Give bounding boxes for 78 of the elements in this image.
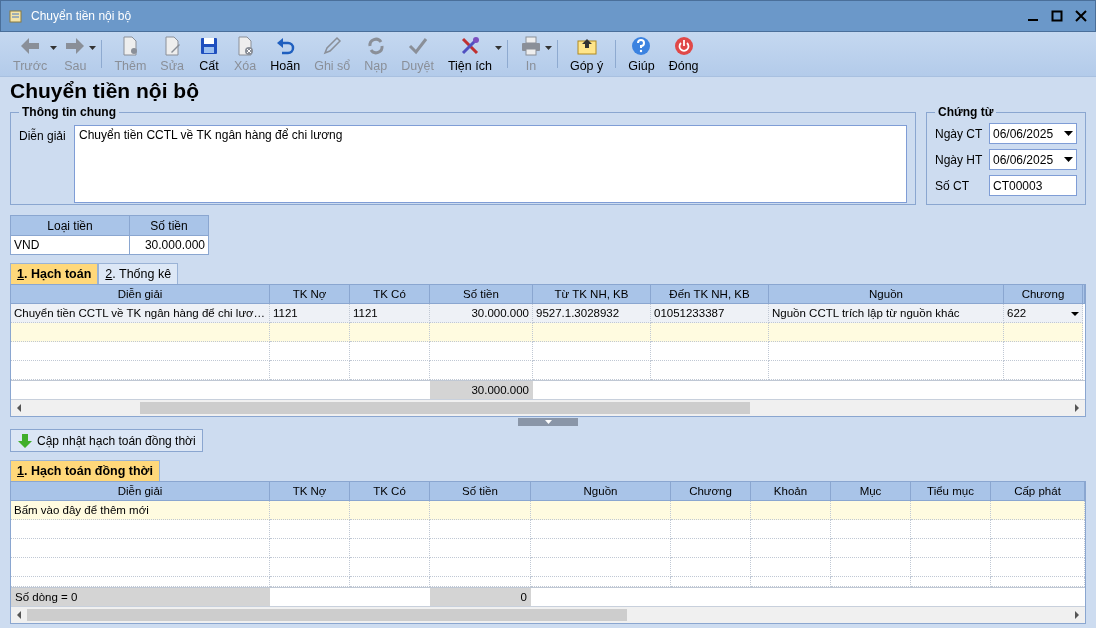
- date-field[interactable]: 06/06/2025: [989, 149, 1077, 170]
- field-label: Ngày HT: [935, 152, 984, 167]
- table-cell: 622: [1004, 304, 1083, 323]
- printer-icon: [519, 35, 542, 57]
- tab[interactable]: 2. Thống kê: [98, 263, 179, 284]
- toolbar-button[interactable]: Cất: [191, 35, 228, 73]
- field-label: Diễn giải: [19, 127, 67, 145]
- horizontal-scrollbar[interactable]: [11, 399, 1085, 416]
- power-icon: [672, 35, 695, 57]
- column-header[interactable]: TK Nợ: [270, 285, 350, 304]
- column-header[interactable]: Từ TK NH, KB: [533, 285, 651, 304]
- toolbar-button[interactable]: Tiện ích: [440, 35, 499, 73]
- toolbar-button[interactable]: Hoãn: [263, 35, 308, 73]
- toolbar-button[interactable]: Góp ý: [562, 35, 611, 73]
- forward-arrow-icon: [64, 35, 87, 57]
- table-cell: 9527.1.3028932: [533, 304, 651, 323]
- tab[interactable]: 1. Hạch toán đồng thời: [10, 460, 160, 481]
- toolbar-button[interactable]: Giúp: [621, 35, 662, 73]
- column-header[interactable]: Số tiền: [430, 482, 531, 501]
- page-heading: Chuyển tiền nội bộ: [9, 78, 200, 104]
- grid-row[interactable]: Bấm vào đây để thêm mới: [11, 501, 1085, 520]
- table-cell: 1121: [350, 304, 430, 323]
- window-title: Chuyển tiền nội bộ: [31, 9, 133, 23]
- tab[interactable]: 1. Hạch toán: [10, 263, 99, 284]
- description-field[interactable]: Chuyển tiền CCTL về TK ngân hàng để chi lương: [74, 125, 907, 203]
- column-header[interactable]: TK Nợ: [270, 482, 350, 501]
- update-button[interactable]: Cập nhật hạch toán đồng thời: [10, 429, 203, 452]
- input-field[interactable]: CT00003: [989, 175, 1077, 196]
- column-header[interactable]: Chương: [671, 482, 751, 501]
- splitter-handle[interactable]: [518, 418, 578, 426]
- scroll-right-icon[interactable]: [1074, 404, 1080, 412]
- table-cell: 1121: [270, 304, 350, 323]
- panel-title: Chứng từ: [937, 105, 995, 119]
- column-header[interactable]: Diễn giải: [11, 482, 270, 501]
- column-header[interactable]: TK Có: [350, 482, 430, 501]
- table-cell: 30.000.000: [129, 235, 209, 255]
- dropdown-caret-icon[interactable]: [494, 46, 502, 50]
- column-header[interactable]: Chương: [1004, 285, 1083, 304]
- horizontal-scrollbar[interactable]: [11, 606, 1085, 623]
- total-cell: 0: [430, 588, 531, 606]
- table-cell: Chuyển tiền CCTL về TK ngân hàng để chi lươ…: [11, 304, 270, 323]
- close-icon[interactable]: [1075, 10, 1087, 22]
- row-count-cell: Số dòng = 0: [11, 588, 270, 606]
- field-label: Ngày CT: [935, 126, 984, 141]
- column-header[interactable]: Diễn giải: [11, 285, 270, 304]
- scroll-left-icon[interactable]: [16, 404, 22, 412]
- date-field[interactable]: 06/06/2025: [989, 123, 1077, 144]
- column-header: Loại tiền: [10, 215, 130, 236]
- column-header[interactable]: Mục: [831, 482, 911, 501]
- help-icon: [630, 35, 653, 57]
- table-cell: Bấm vào đây để thêm mới: [11, 501, 270, 520]
- down-arrow-icon: [17, 432, 33, 449]
- scroll-left-icon[interactable]: [16, 611, 22, 619]
- app-icon: [9, 9, 23, 23]
- field-label: Số CT: [935, 178, 970, 193]
- column-header[interactable]: Nguồn: [769, 285, 1004, 304]
- dropdown-caret-icon[interactable]: [1064, 131, 1073, 136]
- pencil-icon: [321, 35, 344, 57]
- column-header[interactable]: Cấp phát: [991, 482, 1085, 501]
- column-header[interactable]: Nguồn: [531, 482, 671, 501]
- total-cell: 30.000.000: [430, 381, 533, 399]
- table-cell: 30.000.000: [430, 304, 533, 323]
- column-header[interactable]: Đến TK NH, KB: [651, 285, 769, 304]
- column-header[interactable]: Khoản: [751, 482, 831, 501]
- column-header[interactable]: Tiểu mục: [911, 482, 991, 501]
- column-header[interactable]: Số tiền: [430, 285, 533, 304]
- scroll-right-icon[interactable]: [1074, 611, 1080, 619]
- table-cell: VND: [10, 235, 130, 255]
- panel-title: Thông tin chung: [21, 105, 117, 119]
- column-header: Số tiền: [129, 215, 209, 236]
- grid-row[interactable]: Chuyển tiền CCTL về TK ngân hàng để chi lươ… 1121 1121 30.000.000 9527.1.3028932 01051233387 Nguồn CCTL trích lập từ nguồn khác 622: [11, 304, 1085, 323]
- dropdown-caret-icon[interactable]: [1064, 157, 1073, 162]
- column-header[interactable]: TK Có: [350, 285, 430, 304]
- checkmark-icon: [406, 35, 429, 57]
- table-cell: 01051233387: [651, 304, 769, 323]
- table-cell: Nguồn CCTL trích lập từ nguồn khác: [769, 304, 1004, 323]
- toolbar-button[interactable]: Đóng: [661, 35, 706, 73]
- maximize-icon[interactable]: [1051, 10, 1063, 22]
